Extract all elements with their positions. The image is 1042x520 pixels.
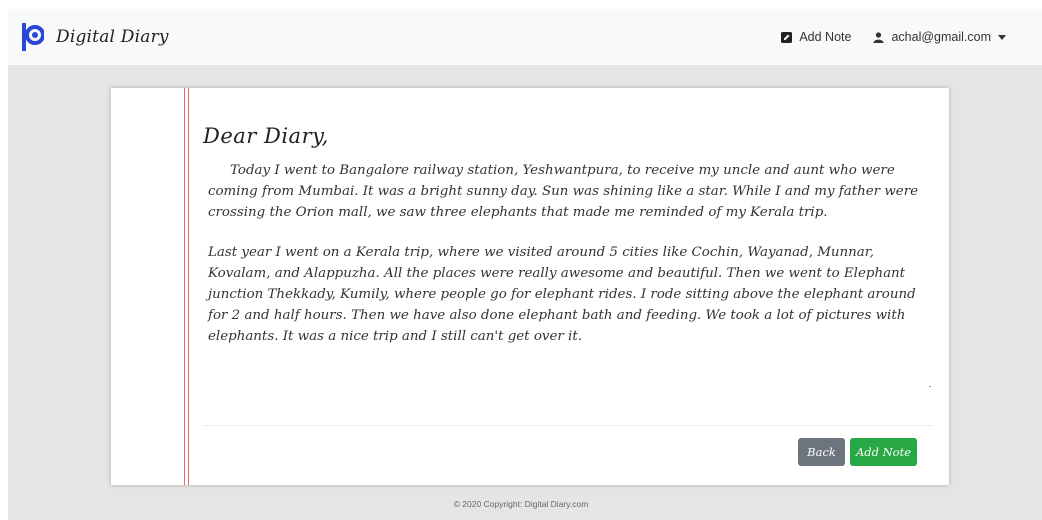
pd-logo-icon bbox=[22, 23, 44, 51]
note-paragraph: Last year I went on a Kerala trip, where… bbox=[208, 245, 916, 344]
caret-down-icon bbox=[998, 34, 1006, 40]
brand-link[interactable]: Digital Diary bbox=[22, 23, 169, 51]
user-email: achal@gmail.com bbox=[891, 30, 991, 44]
note-greeting: Dear Diary, bbox=[203, 124, 329, 148]
footer-copyright: © 2020 Copyright: Digital Diary.com bbox=[453, 499, 589, 509]
text-cursor-mark bbox=[929, 386, 931, 387]
user-dropdown[interactable]: achal@gmail.com bbox=[873, 30, 1006, 44]
page-margin-line bbox=[184, 88, 185, 485]
note-body: Today I went to Bangalore railway statio… bbox=[208, 160, 926, 347]
card-divider bbox=[203, 425, 933, 426]
brand-name: Digital Diary bbox=[56, 27, 169, 47]
add-note-button[interactable]: Add Note bbox=[850, 438, 917, 466]
diary-page-card: Dear Diary, Today I went to Bangalore ra… bbox=[111, 88, 949, 485]
note-paragraph: Today I went to Bangalore railway statio… bbox=[208, 163, 919, 220]
edit-square-icon bbox=[781, 31, 793, 43]
user-icon bbox=[873, 31, 884, 43]
nav-add-note-label: Add Note bbox=[799, 30, 852, 44]
back-button[interactable]: Back bbox=[798, 438, 845, 466]
page-margin-line bbox=[188, 88, 189, 485]
nav-add-note-link[interactable]: Add Note bbox=[781, 30, 851, 44]
navbar: Digital Diary Add Note achal@gmail.com bbox=[8, 9, 1042, 65]
